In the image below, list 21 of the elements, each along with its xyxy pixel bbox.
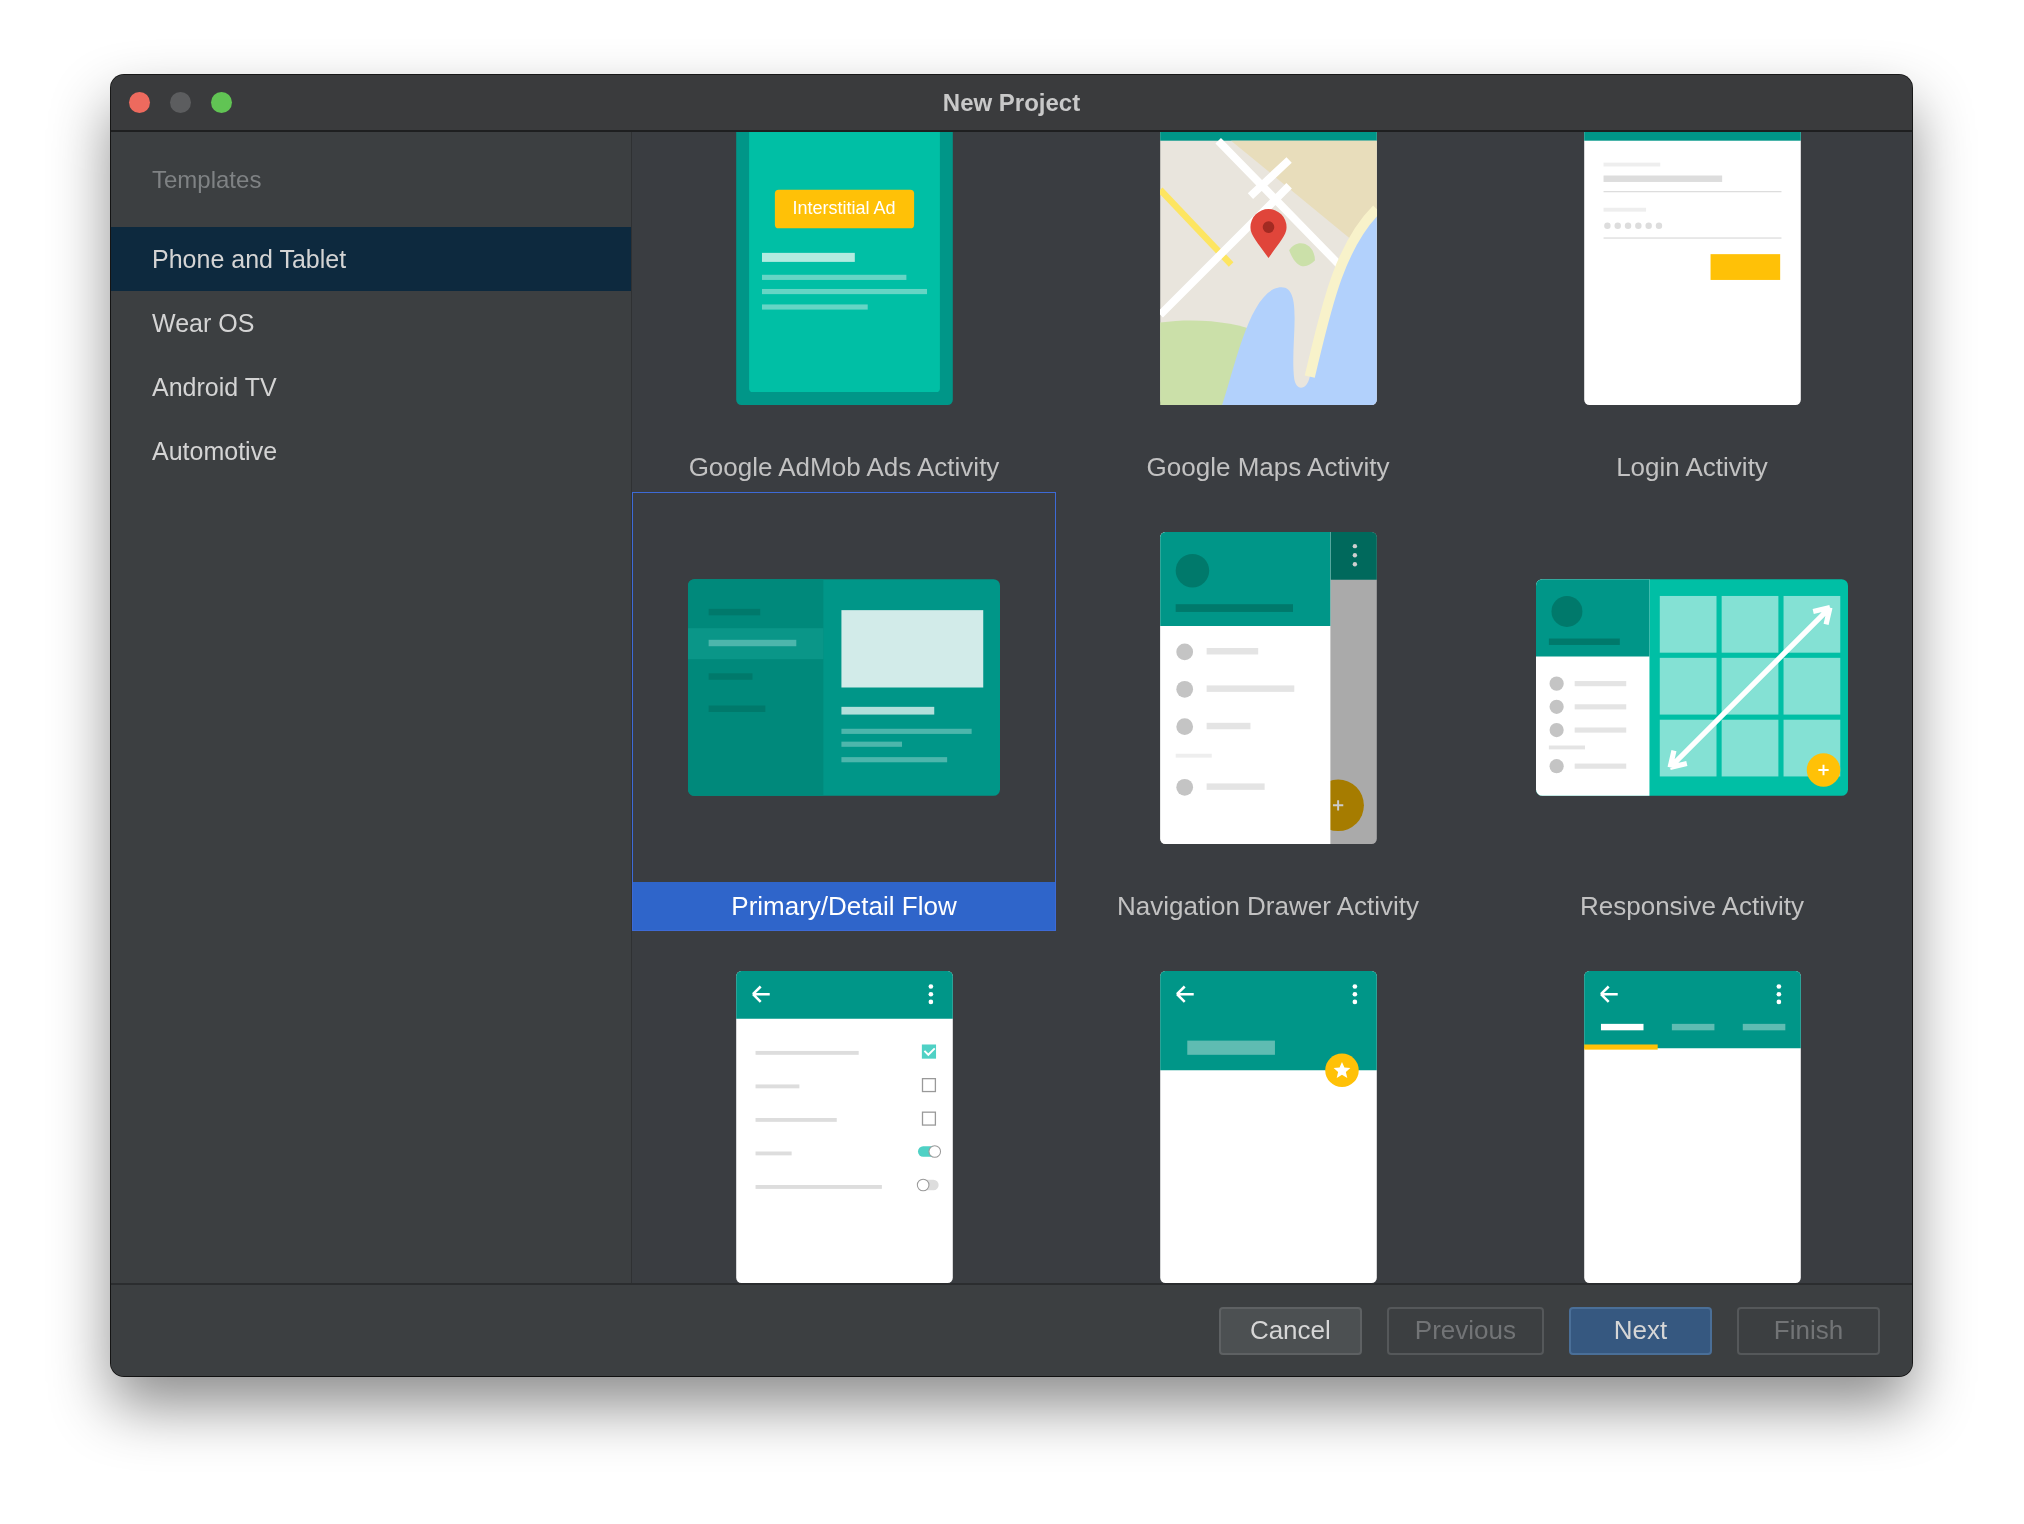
template-label: Login Activity [1615,450,1769,484]
ad-badge-label: Interstitial Ad [792,198,896,219]
template-label: Primary/Detail Flow [633,882,1055,930]
sidebar-item[interactable]: Phone and Tablet [111,227,631,291]
template-label: Responsive Activity [1579,889,1805,923]
dialog-button[interactable]: Cancel [1218,1306,1362,1355]
sidebar-header: Templates [151,166,262,194]
template-tile[interactable]: Interstitial Ad Google AdMob Ads Activity [632,132,1056,492]
template-tile[interactable]: Google Maps Activity [1056,132,1480,492]
template-tile[interactable]: Navigation Drawer Activity [1056,492,1480,931]
template-label: Navigation Drawer Activity [1116,889,1420,923]
template-tile[interactable]: Primary/Detail Flow [632,492,1056,931]
template-tile[interactable]: Login Activity [1480,132,1904,492]
template-label: Google Maps Activity [1145,450,1391,484]
sidebar-item[interactable]: Android TV [111,355,631,419]
template-tile[interactable]: Responsive Activity [1480,492,1904,931]
sidebar-item[interactable]: Automotive [111,419,631,483]
dialog-button[interactable]: Next [1569,1306,1712,1355]
template-label: Google AdMob Ads Activity [687,450,1001,484]
window-title: New Project [942,88,1081,117]
sidebar-item[interactable]: Wear OS [111,291,631,355]
